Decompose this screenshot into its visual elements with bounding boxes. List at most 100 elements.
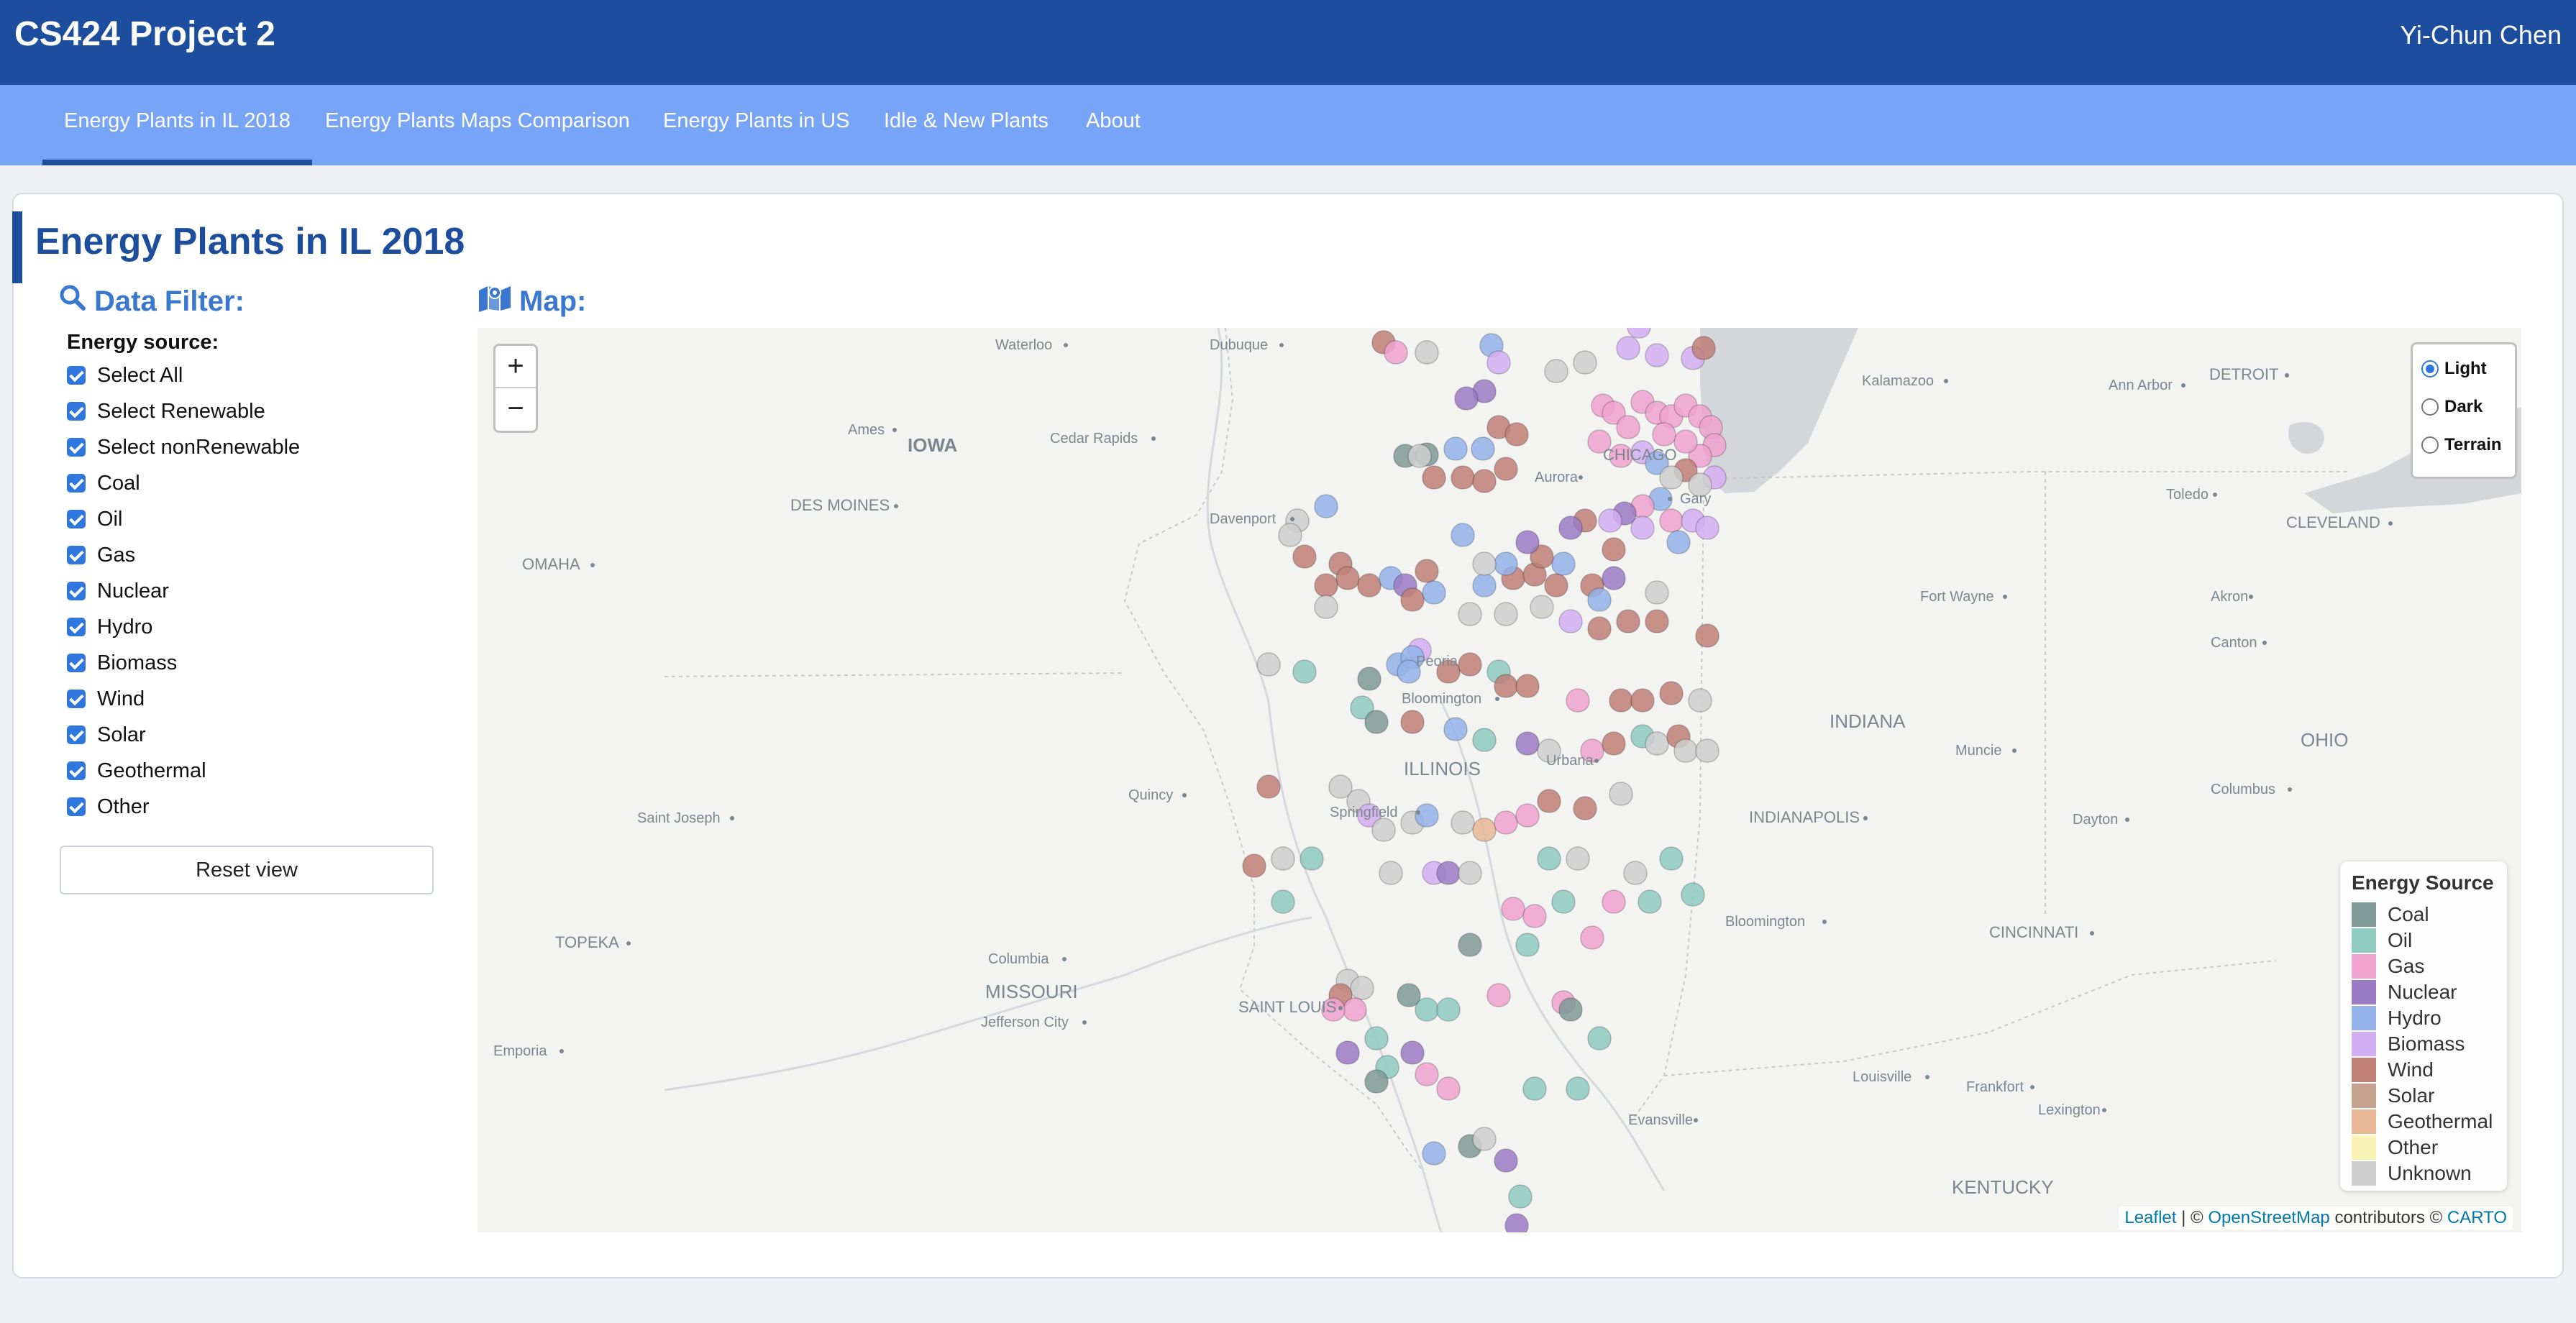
plant-marker[interactable] xyxy=(1422,1141,1446,1166)
plant-marker[interactable] xyxy=(1314,573,1338,598)
plant-marker[interactable] xyxy=(1580,925,1604,950)
checkbox-checked[interactable] xyxy=(67,582,86,600)
checkbox-checked[interactable] xyxy=(67,402,86,421)
plant-marker[interactable] xyxy=(1350,976,1374,1000)
checkbox-checked[interactable] xyxy=(67,366,86,385)
plant-marker[interactable] xyxy=(1458,861,1482,885)
plant-marker[interactable] xyxy=(1343,997,1367,1022)
plant-marker[interactable] xyxy=(1415,997,1439,1022)
plant-marker[interactable] xyxy=(1645,731,1669,756)
plant-marker[interactable] xyxy=(1443,436,1468,461)
plant-marker[interactable] xyxy=(1530,595,1554,619)
plant-marker[interactable] xyxy=(1451,465,1475,490)
plant-marker[interactable] xyxy=(1472,1127,1497,1151)
checkbox-checked[interactable] xyxy=(67,510,86,528)
plant-marker[interactable] xyxy=(1494,457,1518,481)
checkbox-checked[interactable] xyxy=(67,618,86,636)
plant-marker[interactable] xyxy=(1659,681,1684,705)
plant-marker[interactable] xyxy=(1551,551,1576,576)
plant-marker[interactable] xyxy=(1522,1076,1547,1101)
plant-marker[interactable] xyxy=(1688,688,1712,713)
plant-marker[interactable] xyxy=(1271,846,1295,871)
plant-marker[interactable] xyxy=(1616,609,1640,633)
plant-marker[interactable] xyxy=(1544,359,1568,383)
plant-marker[interactable] xyxy=(1602,731,1626,756)
checkbox-solar[interactable]: Solar xyxy=(67,720,146,749)
plant-marker[interactable] xyxy=(1494,602,1518,626)
plant-marker[interactable] xyxy=(1645,609,1669,633)
plant-marker[interactable] xyxy=(1623,861,1648,885)
zoom-out-button[interactable]: − xyxy=(495,388,536,431)
plant-marker[interactable] xyxy=(1422,465,1446,490)
plant-marker[interactable] xyxy=(1278,523,1302,547)
plant-marker[interactable] xyxy=(1458,602,1482,626)
plant-marker[interactable] xyxy=(1451,810,1475,835)
tab-energy-plants-us[interactable]: Energy Plants in US xyxy=(663,85,850,165)
plant-marker[interactable] xyxy=(1472,551,1497,576)
checkbox-checked[interactable] xyxy=(67,761,86,780)
layer-option-dark[interactable]: Dark xyxy=(2421,397,2483,417)
plant-marker[interactable] xyxy=(1598,508,1622,533)
plant-marker[interactable] xyxy=(1458,652,1482,677)
checkbox-checked[interactable] xyxy=(67,654,86,672)
plant-marker[interactable] xyxy=(1609,688,1633,713)
plant-marker[interactable] xyxy=(1271,889,1295,914)
plant-marker[interactable] xyxy=(1659,508,1684,533)
plant-marker[interactable] xyxy=(1566,846,1590,871)
reset-view-button[interactable]: Reset view xyxy=(60,846,434,894)
plant-marker[interactable] xyxy=(1242,853,1266,878)
radio-unselected[interactable] xyxy=(2421,398,2439,416)
plant-marker[interactable] xyxy=(1357,573,1381,598)
checkbox-nuclear[interactable]: Nuclear xyxy=(67,577,169,605)
checkbox-oil[interactable]: Oil xyxy=(67,505,122,534)
plant-marker[interactable] xyxy=(1587,1026,1612,1050)
plant-marker[interactable] xyxy=(1602,889,1626,914)
plant-marker[interactable] xyxy=(1364,1026,1389,1050)
plant-marker[interactable] xyxy=(1515,674,1540,698)
plant-marker[interactable] xyxy=(1652,422,1676,447)
plant-marker[interactable] xyxy=(1558,609,1583,633)
plant-marker[interactable] xyxy=(1504,1213,1529,1232)
plant-marker[interactable] xyxy=(1335,566,1360,590)
plant-marker[interactable] xyxy=(1415,1062,1439,1086)
plant-marker[interactable] xyxy=(1515,803,1540,828)
plant-marker[interactable] xyxy=(1364,710,1389,734)
plant-marker[interactable] xyxy=(1659,465,1684,490)
plant-marker[interactable] xyxy=(1537,789,1561,813)
tab-energy-plants-maps-comparison[interactable]: Energy Plants Maps Comparison xyxy=(325,85,630,165)
plant-marker[interactable] xyxy=(1256,652,1281,677)
checkbox-coal[interactable]: Coal xyxy=(67,469,140,498)
checkbox-select-renewable[interactable]: Select Renewable xyxy=(67,397,265,426)
tab-energy-plants-il-2018[interactable]: Energy Plants in IL 2018 xyxy=(42,85,312,165)
plant-marker[interactable] xyxy=(1314,494,1338,518)
radio-selected[interactable] xyxy=(2421,360,2439,377)
plant-marker[interactable] xyxy=(1494,810,1518,835)
plant-marker[interactable] xyxy=(1451,523,1475,547)
plant-marker[interactable] xyxy=(1443,717,1468,741)
plant-marker[interactable] xyxy=(1681,882,1705,907)
plant-marker[interactable] xyxy=(1587,587,1612,612)
checkbox-geothermal[interactable]: Geothermal xyxy=(67,756,206,785)
plant-marker[interactable] xyxy=(1566,1076,1590,1101)
plant-marker[interactable] xyxy=(1379,861,1403,885)
plant-marker[interactable] xyxy=(1666,530,1691,554)
plant-marker[interactable] xyxy=(1364,1069,1389,1094)
plant-marker[interactable] xyxy=(1472,573,1497,598)
plant-marker[interactable] xyxy=(1695,516,1719,540)
plant-marker[interactable] xyxy=(1314,595,1338,619)
plant-marker[interactable] xyxy=(1522,904,1547,928)
plant-marker[interactable] xyxy=(1422,580,1446,605)
plant-marker[interactable] xyxy=(1494,674,1518,698)
plant-marker[interactable] xyxy=(1471,436,1495,461)
plant-marker[interactable] xyxy=(1638,889,1662,914)
energy-plants-map[interactable]: Waterloo Dubuque Kalamazoo Ann Arbor DET… xyxy=(478,328,2521,1232)
checkbox-other[interactable]: Other xyxy=(67,792,150,821)
plant-marker[interactable] xyxy=(1609,782,1633,806)
plant-marker[interactable] xyxy=(1400,710,1425,734)
plant-marker[interactable] xyxy=(1415,340,1439,365)
plant-marker[interactable] xyxy=(1616,336,1640,360)
plant-marker[interactable] xyxy=(1384,340,1408,365)
plant-marker[interactable] xyxy=(1558,997,1583,1022)
leaflet-link[interactable]: Leaflet xyxy=(2124,1208,2176,1227)
plant-marker[interactable] xyxy=(1673,738,1698,763)
